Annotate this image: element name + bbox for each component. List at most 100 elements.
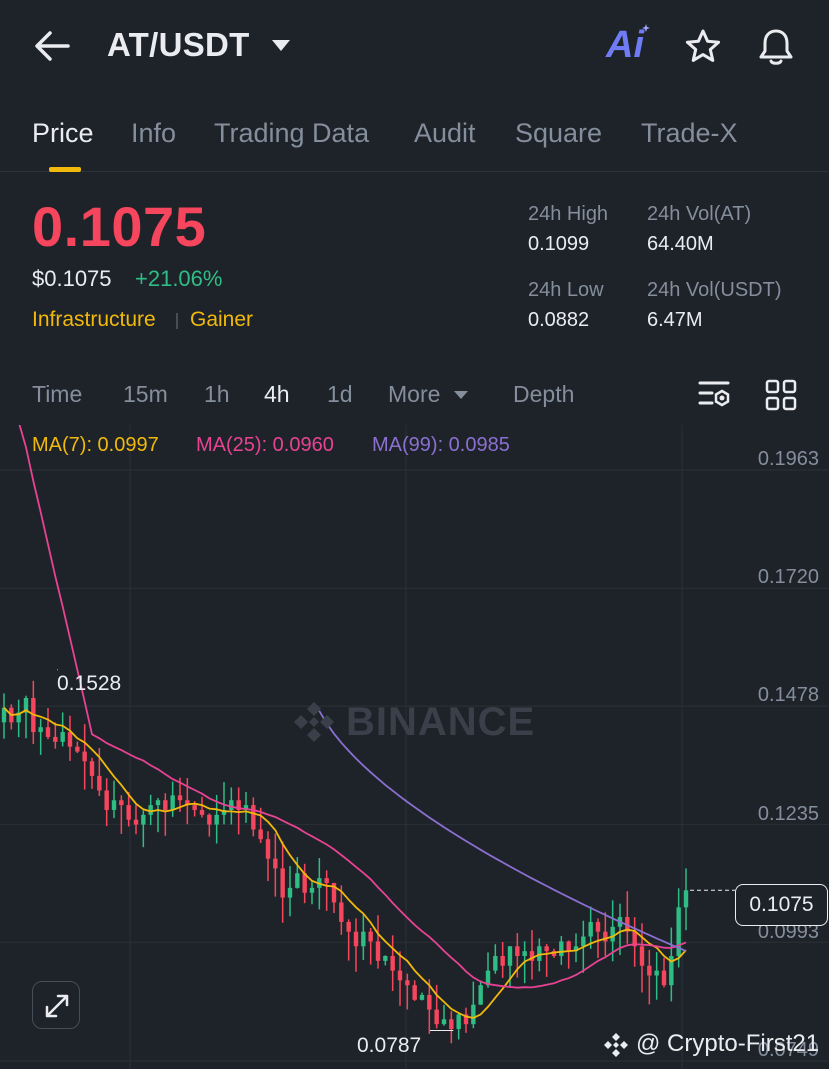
usd-price: $0.1075 xyxy=(32,266,112,291)
ma7-indicator: MA(7): 0.0997 xyxy=(32,434,159,456)
pair-selector[interactable]: AT/USDT xyxy=(107,26,250,64)
candle-body xyxy=(265,839,271,859)
candle-body xyxy=(75,746,80,752)
candle-body xyxy=(192,805,197,810)
candle-body xyxy=(683,890,689,908)
candle-body xyxy=(397,970,403,981)
candle-body xyxy=(53,736,58,742)
low-marker-label: 0.0787 xyxy=(357,1034,422,1057)
arrow-left-icon[interactable] xyxy=(32,28,72,64)
y-tick-label: 0.1235 xyxy=(757,803,819,825)
candle-body xyxy=(67,732,73,747)
tag-infrastructure[interactable]: Infrastructure xyxy=(32,308,156,332)
ma25-indicator: MA(25): 0.0960 xyxy=(196,434,334,456)
watermark: BINANCE xyxy=(346,700,536,744)
candle-body xyxy=(163,800,168,810)
tab-info[interactable]: Info xyxy=(131,118,176,149)
candle-body xyxy=(500,956,505,966)
tf-1h[interactable]: 1h xyxy=(204,381,230,408)
candle-body xyxy=(126,805,131,820)
candle-body xyxy=(170,795,175,810)
price-change: +21.06% xyxy=(135,266,223,291)
last-price-tag[interactable]: 0.1075 xyxy=(735,884,828,926)
high-label: 24h High xyxy=(528,203,609,225)
y-tick-label: 0.1478 xyxy=(757,684,819,706)
candlestick-chart[interactable] xyxy=(0,357,829,1069)
candle-body xyxy=(507,946,513,966)
tab-bar: Price Info Trading Data Audit Square Tra… xyxy=(0,110,829,172)
vol-quote-label: 24h Vol(USDT) xyxy=(647,279,782,301)
candle-body xyxy=(390,956,395,971)
candle-body xyxy=(89,761,95,776)
top-bar: AT/USDT Ai xyxy=(0,0,829,95)
tf-1d[interactable]: 1d xyxy=(327,381,353,408)
candle-body xyxy=(251,805,256,830)
low-value: 0.0882 xyxy=(528,309,590,331)
candle-body xyxy=(104,790,109,810)
candle-body xyxy=(456,1014,461,1030)
chevron-down-icon[interactable] xyxy=(454,391,468,399)
tab-trading-data[interactable]: Trading Data xyxy=(214,118,369,149)
candle-body xyxy=(639,946,645,966)
tf-4h[interactable]: 4h xyxy=(264,381,290,408)
tag-divider xyxy=(176,313,178,329)
tab-price[interactable]: Price xyxy=(32,118,94,149)
chart-settings-icon[interactable] xyxy=(698,379,732,411)
star-icon[interactable] xyxy=(684,28,722,66)
vol-base-label: 24h Vol(AT) xyxy=(647,203,752,225)
candle-body xyxy=(353,931,359,947)
candle-body xyxy=(82,751,87,762)
candle-body xyxy=(177,795,183,801)
candle-body xyxy=(522,951,527,957)
candle-body xyxy=(419,994,425,1000)
candle-body xyxy=(38,727,43,733)
chevron-down-icon[interactable] xyxy=(272,40,290,51)
candle-body xyxy=(346,921,351,932)
candle-body xyxy=(273,858,278,869)
expand-button[interactable] xyxy=(32,981,80,1029)
y-tick-label: 0.1720 xyxy=(757,566,819,588)
candle-body xyxy=(155,800,161,806)
candle-body xyxy=(412,985,417,1000)
tf-15m[interactable]: 15m xyxy=(123,381,168,408)
candle-body xyxy=(45,727,51,737)
high-marker-label: 0.1528 xyxy=(57,672,122,695)
candle-body xyxy=(214,814,219,825)
candle-body xyxy=(199,809,205,815)
candle-body xyxy=(375,941,381,961)
candle-body xyxy=(595,921,601,932)
candle-body xyxy=(309,887,315,893)
grid-icon[interactable] xyxy=(765,379,797,411)
candle-body xyxy=(368,931,373,942)
tf-more[interactable]: More xyxy=(388,381,440,408)
candle-body xyxy=(339,902,344,922)
candle-body xyxy=(654,970,659,976)
ai-button[interactable]: Ai xyxy=(606,24,644,67)
tab-audit[interactable]: Audit xyxy=(414,118,476,149)
author-credit: @ Crypto-First21 xyxy=(636,1030,820,1057)
candle-body xyxy=(515,946,520,957)
candle-body xyxy=(133,819,139,825)
candle-body xyxy=(449,1019,454,1030)
candle-body xyxy=(478,985,483,1005)
bell-icon[interactable] xyxy=(757,27,795,67)
tf-time[interactable]: Time xyxy=(32,381,82,408)
candle-body xyxy=(60,732,65,742)
candle-body xyxy=(581,936,586,947)
price-chart[interactable] xyxy=(0,357,829,1069)
binance-logo-icon xyxy=(294,702,334,742)
candle-body xyxy=(258,829,263,840)
high-value: 0.1099 xyxy=(528,233,590,255)
tab-square[interactable]: Square xyxy=(515,118,602,149)
candle-body xyxy=(141,814,146,825)
tag-gainer[interactable]: Gainer xyxy=(190,308,253,332)
candle-body xyxy=(661,970,667,986)
candle-body xyxy=(493,956,498,971)
candle-body xyxy=(97,775,102,791)
candle-body xyxy=(324,878,329,883)
candle-body xyxy=(566,941,571,952)
candle-body xyxy=(471,1004,476,1025)
sparkle-icon xyxy=(642,24,650,32)
tab-trade-x[interactable]: Trade-X xyxy=(641,118,738,149)
tf-depth[interactable]: Depth xyxy=(513,381,574,408)
